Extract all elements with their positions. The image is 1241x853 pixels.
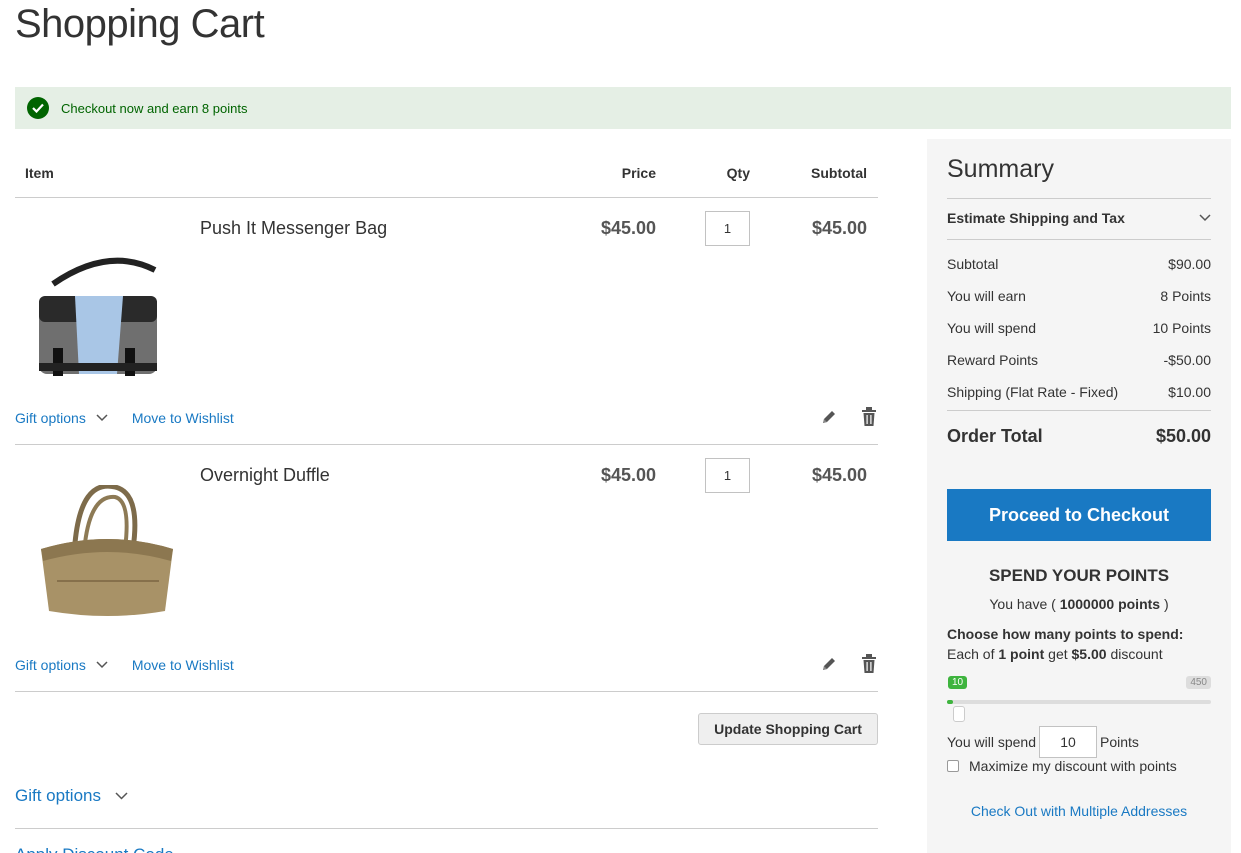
item-actions: Gift options Move to Wishlist	[15, 657, 234, 673]
chevron-down-icon	[96, 414, 108, 422]
points-balance-prefix: You have (	[989, 596, 1060, 612]
points-rate-mid: get	[1044, 646, 1072, 662]
divider	[947, 410, 1211, 411]
slider-min-tooltip: 10	[948, 676, 968, 689]
order-total-value: $50.00	[1155, 426, 1211, 446]
points-rate-suffix: discount	[1106, 646, 1163, 662]
points-rate-amount: $5.00	[1071, 646, 1107, 662]
spend-suffix: Points	[1100, 734, 1139, 750]
divider	[15, 828, 878, 829]
totals-label: Shipping (Flat Rate - Fixed)	[947, 384, 1119, 400]
totals-label: You will earn	[947, 288, 1026, 304]
success-message: Checkout now and earn 8 points	[15, 87, 1231, 129]
slider-max-tooltip: 450	[1186, 676, 1211, 689]
edit-icon[interactable]	[820, 408, 838, 431]
cart-item: Overnight Duffle $45.00 1 $45.00 Gift op…	[15, 445, 878, 692]
trash-icon[interactable]	[861, 407, 877, 432]
gift-options-toggle[interactable]: Gift options	[15, 657, 108, 673]
points-amount-input[interactable]: 10	[1039, 726, 1097, 758]
totals-row-earn: You will earn 8 Points	[947, 288, 1211, 320]
check-icon	[27, 97, 49, 119]
slider-track[interactable]	[947, 700, 1211, 704]
totals-value: -$50.00	[1163, 352, 1211, 368]
maximize-discount[interactable]: Maximize my discount with points	[947, 758, 1177, 774]
totals-label: Subtotal	[947, 256, 999, 272]
header-qty: Qty	[726, 165, 750, 181]
order-total-label: Order Total	[947, 426, 1043, 446]
chevron-down-icon	[96, 661, 108, 669]
update-shopping-cart-button[interactable]: Update Shopping Cart	[698, 713, 878, 745]
totals-value: 8 Points	[1160, 288, 1211, 304]
points-balance: You have ( 1000000 points )	[947, 596, 1211, 612]
points-rate-point: 1 point	[998, 646, 1045, 662]
gift-options-cart-label: Gift options	[15, 786, 101, 805]
product-name[interactable]: Overnight Duffle	[200, 465, 330, 486]
points-balance-value: 1000000 points	[1059, 596, 1161, 612]
proceed-to-checkout-button[interactable]: Proceed to Checkout	[947, 489, 1211, 541]
page-title: Shopping Cart	[15, 2, 265, 46]
totals-label: You will spend	[947, 320, 1036, 336]
header-subtotal: Subtotal	[811, 165, 867, 181]
success-message-text: Checkout now and earn 8 points	[61, 100, 248, 116]
product-price: $45.00	[600, 465, 656, 485]
gift-options-label: Gift options	[15, 410, 86, 426]
maximize-checkbox[interactable]	[947, 760, 959, 772]
gift-options-label: Gift options	[15, 657, 86, 673]
gift-options-toggle[interactable]: Gift options	[15, 410, 108, 426]
spend-points-title: SPEND YOUR POINTS	[988, 566, 1170, 585]
choose-points-label: Choose how many points to spend:	[947, 626, 1184, 642]
move-to-wishlist-link[interactable]: Move to Wishlist	[132, 410, 234, 426]
product-image-messenger-bag[interactable]	[33, 238, 183, 378]
move-to-wishlist-link[interactable]: Move to Wishlist	[132, 657, 234, 673]
divider	[947, 239, 1211, 240]
qty-input[interactable]: 1	[705, 211, 750, 246]
points-slider[interactable]: 10 450	[947, 674, 1211, 724]
apply-discount-toggle[interactable]: Apply Discount Code	[15, 845, 174, 853]
product-image-overnight-duffle[interactable]	[33, 483, 183, 625]
divider	[947, 198, 1211, 199]
spend-prefix: You will spend	[947, 734, 1036, 750]
estimate-shipping-label: Estimate Shipping and Tax	[947, 210, 1125, 226]
points-balance-suffix: )	[1160, 596, 1169, 612]
cart-table: Item Price Qty Subtotal Push It Messenge…	[15, 150, 878, 692]
header-price: Price	[621, 165, 656, 181]
chevron-down-icon	[115, 792, 128, 800]
product-subtotal: $45.00	[811, 218, 867, 238]
totals-value: $10.00	[1168, 384, 1211, 400]
totals-row-spend: You will spend 10 Points	[947, 320, 1211, 352]
item-actions: Gift options Move to Wishlist	[15, 410, 234, 426]
multiple-addresses-link[interactable]: Check Out with Multiple Addresses	[947, 803, 1211, 819]
header-item: Item	[25, 165, 54, 181]
slider-fill	[947, 700, 953, 704]
spend-points-row: You will spend 10 Points	[947, 726, 1139, 758]
totals-row-subtotal: Subtotal $90.00	[947, 256, 1211, 288]
totals-label: Reward Points	[947, 352, 1039, 368]
totals-value: 10 Points	[1152, 320, 1211, 336]
points-rate: Each of 1 point get $5.00 discount	[947, 646, 1163, 662]
maximize-label: Maximize my discount with points	[969, 758, 1177, 774]
cart-item: Push It Messenger Bag $45.00 1 $45.00 Gi…	[15, 198, 878, 445]
product-subtotal: $45.00	[811, 465, 867, 485]
estimate-shipping-toggle[interactable]: Estimate Shipping and Tax	[947, 210, 1211, 226]
cart-summary: Summary Estimate Shipping and Tax Subtot…	[927, 139, 1231, 853]
totals-table: Subtotal $90.00 You will earn 8 Points Y…	[947, 256, 1211, 416]
chevron-down-icon	[1199, 214, 1211, 222]
order-total: Order Total $50.00	[947, 426, 1211, 447]
totals-row-shipping: Shipping (Flat Rate - Fixed) $10.00	[947, 384, 1211, 416]
gift-options-cart-toggle[interactable]: Gift options	[15, 786, 128, 806]
product-name[interactable]: Push It Messenger Bag	[200, 218, 387, 239]
product-price: $45.00	[600, 218, 656, 238]
qty-input[interactable]: 1	[705, 458, 750, 493]
totals-row-reward-points: Reward Points -$50.00	[947, 352, 1211, 384]
trash-icon[interactable]	[861, 654, 877, 679]
edit-icon[interactable]	[820, 655, 838, 678]
points-rate-prefix: Each of	[947, 646, 999, 662]
slider-handle[interactable]	[952, 706, 965, 722]
cart-table-header: Item Price Qty Subtotal	[15, 150, 878, 198]
summary-title: Summary	[947, 155, 1054, 183]
totals-value: $90.00	[1168, 256, 1211, 272]
